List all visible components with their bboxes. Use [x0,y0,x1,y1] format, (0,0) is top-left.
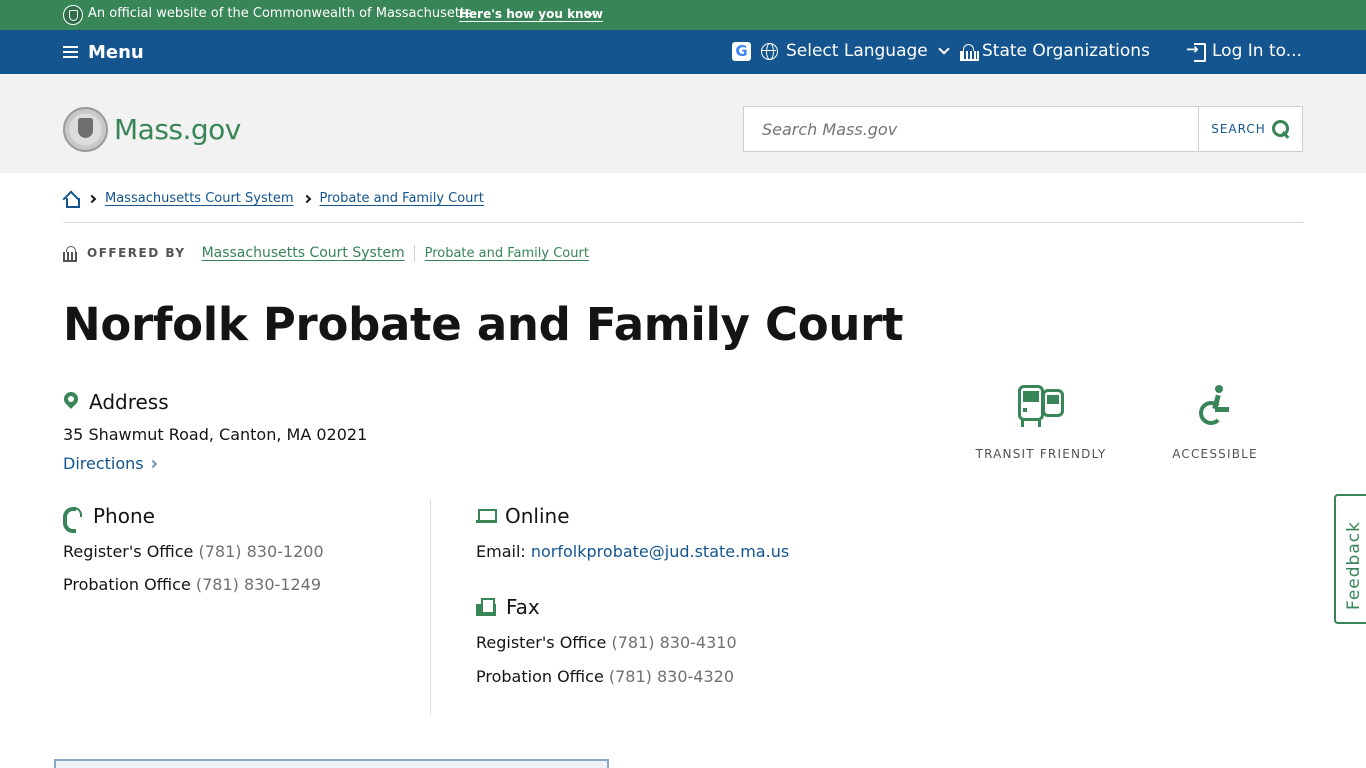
fax-probation-row: Probation Office (781) 830-4320 [476,667,734,686]
site-header: Mass.gov SEARCH [0,74,1366,173]
online-heading-label: Online [505,504,570,528]
address-heading-label: Address [89,390,169,414]
fax-heading: Fax [476,595,540,619]
map-pin-icon [63,392,79,412]
directions-link[interactable]: Directions [63,454,157,473]
login-button[interactable]: Log In to... [1186,40,1302,62]
phone-heading: Phone [63,504,155,533]
address-line: 35 Shawmut Road, Canton, MA 02021 [63,425,368,444]
page-title: Norfolk Probate and Family Court [63,298,904,351]
login-label: Log In to... [1212,41,1302,61]
transit-friendly-label: TRANSIT FRIENDLY [975,447,1107,461]
phone-register-label: Register's Office [63,542,194,561]
email-link[interactable]: norfolkprobate@jud.state.ma.us [531,542,789,561]
phone-probation-number[interactable]: (781) 830-1249 [196,575,321,594]
menu-button[interactable]: Menu [63,40,144,64]
info-box [54,759,609,768]
email-label: Email: [476,542,526,561]
fax-register-row: Register's Office (781) 830-4310 [476,633,737,652]
breadcrumb-probate-family-court[interactable]: Probate and Family Court [320,191,484,206]
breadcrumb-court-system[interactable]: Massachusetts Court System [105,191,294,206]
login-icon [1186,40,1206,62]
feedback-label: Feedback [1344,521,1364,610]
capitol-building-icon [960,43,979,61]
wheelchair-icon [1197,385,1233,427]
hamburger-icon [63,46,78,58]
accessible-label: ACCESSIBLE [1172,447,1258,461]
fax-heading-label: Fax [506,595,540,619]
mass-seal-logo-icon[interactable] [63,107,108,152]
offered-by-court-system-link[interactable]: Massachusetts Court System [202,245,415,261]
select-language-button[interactable]: Select Language [761,41,950,61]
search-input[interactable] [743,106,1199,152]
official-banner-text: An official website of the Commonwealth … [88,6,472,21]
fax-probation-label: Probation Office [476,667,604,686]
official-banner: An official website of the Commonwealth … [0,0,1366,30]
fax-probation-number: (781) 830-4320 [608,667,735,686]
mass-gov-logo[interactable]: Mass.gov [114,113,241,146]
offered-by: OFFERED BY Massachusetts Court System Pr… [63,245,589,262]
accessible-feature: ACCESSIBLE [1165,385,1265,461]
utility-nav: Menu G Select Language State Organizatio… [0,30,1366,74]
capitol-building-icon [63,246,77,262]
search-button-label: SEARCH [1211,122,1266,136]
phone-register-number[interactable]: (781) 830-1200 [199,542,324,561]
google-translate-icon: G [732,42,751,61]
fax-register-number: (781) 830-4310 [611,633,737,652]
menu-label: Menu [88,41,144,63]
search-icon [1271,120,1290,138]
offered-by-probate-court-link[interactable]: Probate and Family Court [425,246,589,261]
breadcrumb: Massachusetts Court System Probate and F… [63,191,484,208]
online-heading: Online [476,504,570,528]
address-heading: Address [63,390,169,414]
search-button[interactable]: SEARCH [1198,106,1303,152]
chevron-right-icon [87,194,97,203]
state-seal-icon [63,5,83,25]
phone-register-row: Register's Office (781) 830-1200 [63,542,324,561]
directions-label: Directions [63,454,144,473]
home-icon[interactable] [63,191,80,208]
phone-probation-label: Probation Office [63,575,191,594]
fax-icon [476,598,496,616]
offered-by-label: OFFERED BY [87,246,186,260]
phone-heading-label: Phone [93,504,155,528]
state-organizations-button[interactable]: State Organizations [960,41,1150,61]
email-row: Email: norfolkprobate@jud.state.ma.us [476,542,789,561]
chevron-right-icon [302,194,311,203]
globe-icon [761,42,778,60]
feedback-tab[interactable]: Feedback [1334,494,1366,624]
train-bus-icon [1018,385,1064,427]
transit-friendly-feature: TRANSIT FRIENDLY [975,385,1107,461]
heres-how-you-know-link[interactable]: Here's how you know [459,7,603,21]
chevron-down-icon [938,43,950,55]
divider [63,222,1303,223]
laptop-icon [476,508,497,524]
phone-probation-row: Probation Office (781) 830-1249 [63,575,321,594]
select-language-label: Select Language [786,41,928,61]
phone-icon [63,505,83,533]
state-organizations-label: State Organizations [982,41,1150,61]
arrow-right-icon [148,459,157,468]
column-divider [430,500,431,715]
fax-register-label: Register's Office [476,633,607,652]
